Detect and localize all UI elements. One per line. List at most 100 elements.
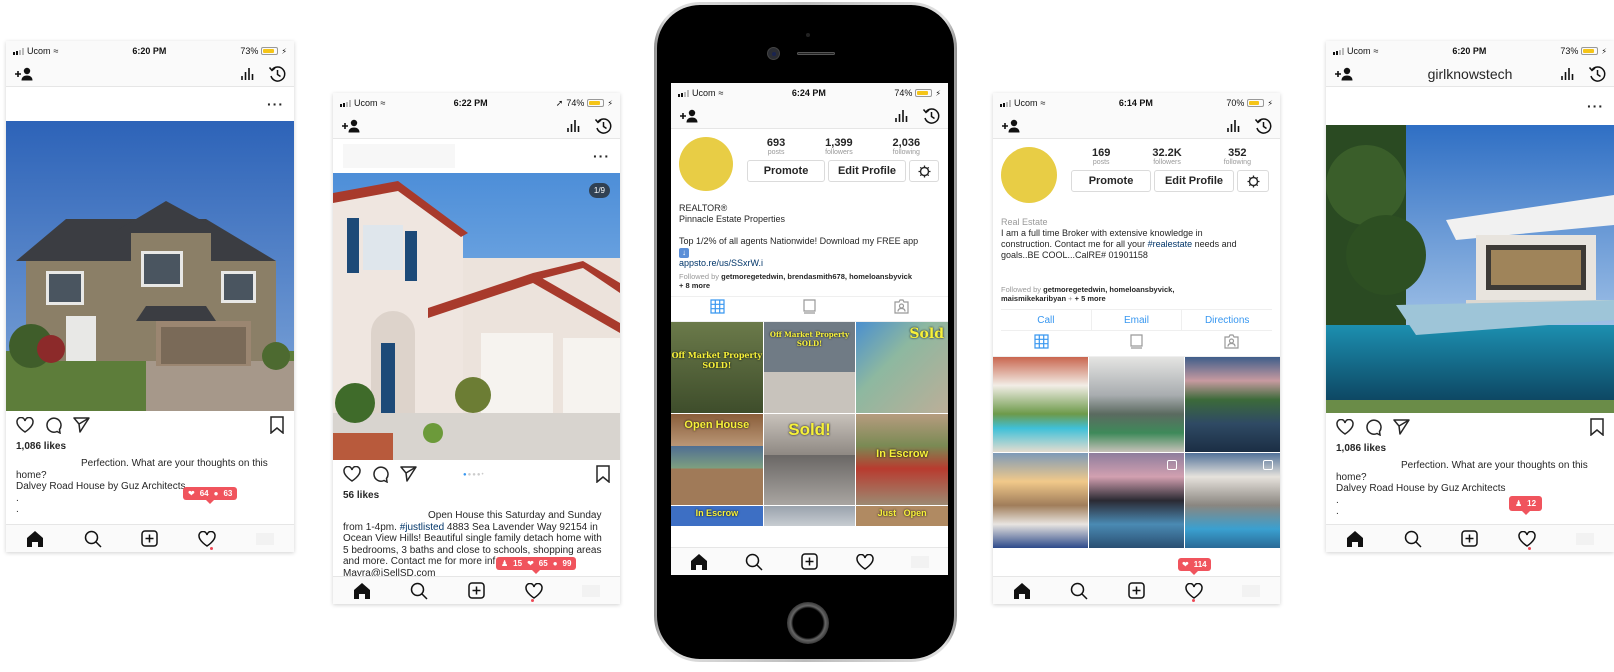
post-photo[interactable] [6,121,294,411]
new-post-icon[interactable] [141,530,159,547]
stat-following[interactable]: 2,036 following [893,137,921,156]
grid-post[interactable]: Open House [671,414,763,505]
archive-icon[interactable] [268,65,286,83]
more-options-icon[interactable]: ··· [267,96,284,112]
archive-icon[interactable] [594,117,612,135]
activity-icon[interactable] [198,530,217,547]
post-photo[interactable] [1326,125,1614,413]
avatar[interactable] [679,137,733,191]
search-icon[interactable] [84,530,102,548]
search-icon[interactable] [1070,582,1088,600]
comment-icon[interactable] [1365,418,1382,436]
share-icon[interactable] [73,417,90,433]
insights-icon[interactable] [894,109,908,123]
share-icon[interactable] [1393,419,1410,435]
grid-post[interactable]: In Escrow [671,506,763,526]
activity-icon[interactable] [855,553,874,570]
profile-icon[interactable] [256,532,275,545]
profile-icon[interactable] [911,555,930,568]
followed-by[interactable]: Followed by getmoregetedwin, homeloansby… [993,285,1280,303]
home-icon[interactable] [353,582,371,599]
grid-post[interactable] [1185,357,1280,452]
search-icon[interactable] [745,553,763,571]
bookmark-icon[interactable] [1590,418,1604,436]
grid-view-icon[interactable] [710,299,725,319]
call-button[interactable]: Call [1001,310,1092,330]
activity-notification[interactable]: ♟ 12 [1509,496,1543,515]
grid-post[interactable]: Sold [856,322,948,413]
new-post-icon[interactable] [468,582,485,599]
activity-notification[interactable]: ❤ 64 ● 63 [183,487,238,504]
activity-icon[interactable] [1184,582,1203,599]
directions-button[interactable]: Directions [1182,310,1272,330]
settings-button[interactable] [1237,170,1269,192]
bookmark-icon[interactable] [270,416,284,434]
hashtag-link[interactable]: #justlisted [400,522,444,533]
activity-notification[interactable]: ♟ 15 ❤ 65 ● 99 [496,557,577,574]
new-post-icon[interactable] [1128,582,1145,599]
settings-button[interactable] [909,160,939,182]
email-button[interactable]: Email [1092,310,1183,330]
profile-icon[interactable] [1242,584,1261,597]
bookmark-icon[interactable] [596,465,610,483]
add-user-icon[interactable] [341,119,361,133]
home-icon[interactable] [690,553,708,570]
add-user-icon[interactable] [1334,67,1354,81]
grid-post[interactable] [763,506,856,526]
activity-icon[interactable] [1518,530,1537,547]
like-icon[interactable] [343,466,361,482]
promote-button[interactable]: Promote [1071,170,1151,192]
home-icon[interactable] [1013,582,1031,599]
home-icon[interactable] [26,530,44,547]
grid-post[interactable] [993,453,1088,548]
grid-post[interactable]: Off Market Property SOLD! [763,322,856,413]
profile-icon[interactable] [582,584,601,597]
edit-profile-button[interactable]: Edit Profile [1154,170,1234,192]
grid-post[interactable] [1089,453,1184,548]
search-icon[interactable] [1404,530,1422,548]
hashtag-link[interactable]: #realestate [1148,239,1193,249]
more-options-icon[interactable]: ··· [593,148,610,164]
insights-icon[interactable] [1226,119,1240,133]
activity-notification[interactable]: ❤ 114 [1178,558,1211,575]
grid-post[interactable] [993,357,1088,452]
comment-icon[interactable] [45,416,62,434]
like-icon[interactable] [1336,419,1354,435]
insights-icon[interactable] [1560,67,1574,81]
share-icon[interactable] [400,466,417,482]
grid-post[interactable] [1185,453,1280,548]
profile-link[interactable]: appsto.re/us/SSxrW.i [679,258,940,269]
grid-post[interactable]: Off Market Property SOLD! [671,322,763,413]
new-post-icon[interactable] [1461,530,1479,547]
grid-post[interactable]: In Escrow [856,414,948,505]
stat-followers[interactable]: 1,399 followers [825,137,853,156]
profile-icon[interactable] [1576,532,1595,545]
activity-icon[interactable] [524,582,543,599]
grid-post[interactable]: Just Open [856,506,948,526]
more-options-icon[interactable]: ··· [1587,98,1604,114]
avatar[interactable] [1001,147,1057,203]
post-photo[interactable]: 1/9 [333,173,620,460]
grid-post[interactable]: Sold! [763,414,856,505]
grid-view-icon[interactable] [1034,333,1049,354]
tagged-icon[interactable] [894,299,909,319]
stat-posts[interactable]: 693 posts [767,137,785,156]
followed-by[interactable]: Followed by getmoregetedwin, brendasmith… [671,272,948,290]
new-post-icon[interactable] [801,553,818,570]
promote-button[interactable]: Promote [747,160,825,182]
archive-icon[interactable] [922,107,940,125]
add-user-icon[interactable] [1001,119,1021,133]
archive-icon[interactable] [1588,65,1606,83]
grid-post[interactable] [1089,357,1184,452]
add-user-icon[interactable] [14,67,34,81]
home-icon[interactable] [1346,530,1364,547]
tagged-icon[interactable] [1224,333,1239,354]
insights-icon[interactable] [566,119,580,133]
stat-followers[interactable]: 32.2K followers [1152,147,1181,166]
home-button[interactable] [787,602,829,644]
insights-icon[interactable] [240,67,254,81]
like-icon[interactable] [16,417,34,433]
edit-profile-button[interactable]: Edit Profile [828,160,906,182]
add-user-icon[interactable] [679,109,699,123]
stat-following[interactable]: 352 following [1224,147,1251,166]
